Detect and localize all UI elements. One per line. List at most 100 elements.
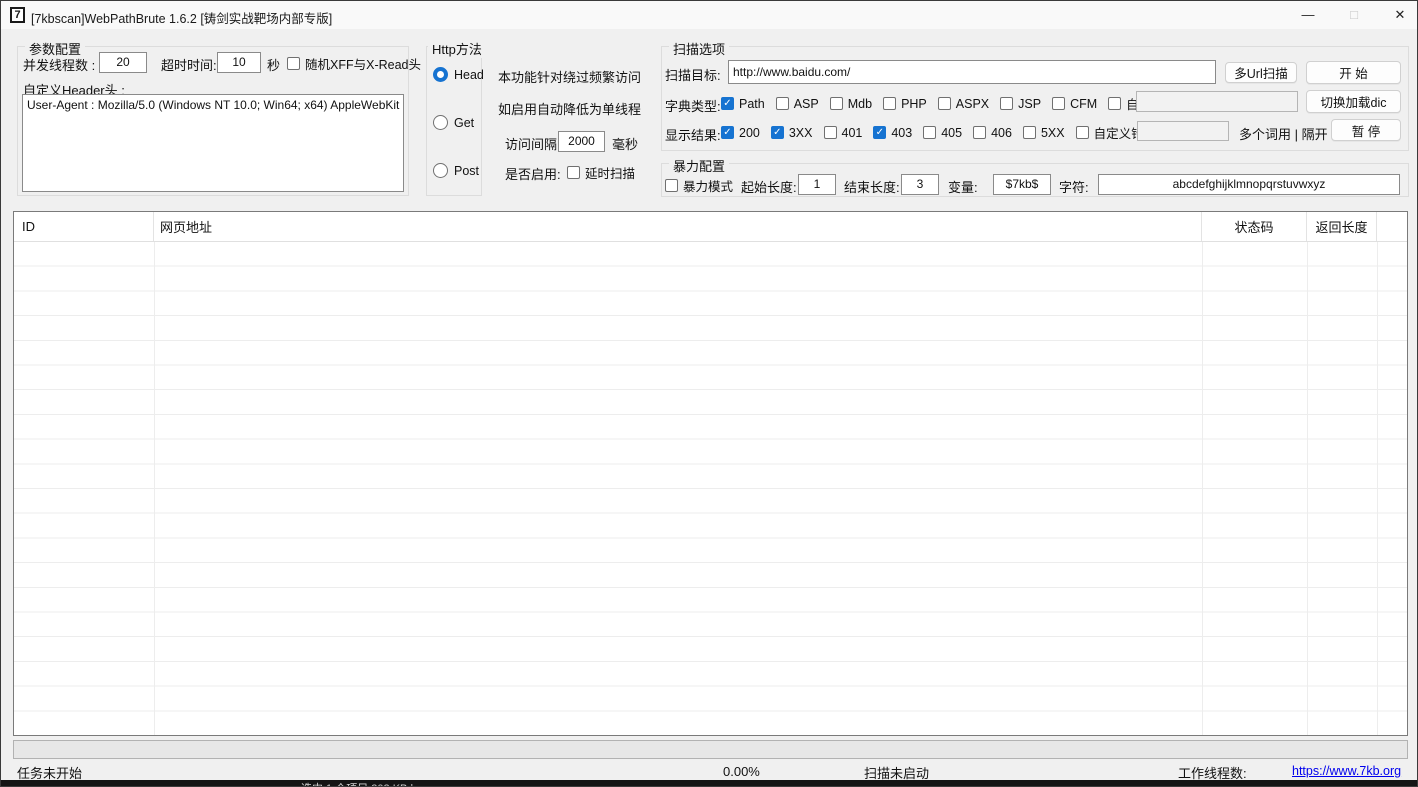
group-title: 参数配置 — [25, 39, 86, 58]
checkbox-icon — [1052, 97, 1066, 110]
brute-mode-label: 暴力模式 — [683, 180, 734, 194]
scan-options-group: 扫描选项 扫描目标: http://www.baidu.com/ 多Url扫描 … — [661, 39, 1409, 151]
close-icon[interactable]: ✕ — [1377, 1, 1417, 29]
variable-label: 变量: — [948, 180, 978, 195]
result-403-label: 403 — [891, 125, 913, 140]
delay-scan-checkbox[interactable]: 延时扫描 — [567, 163, 635, 182]
delay-scan-label: 延时扫描 — [585, 167, 636, 181]
xff-checkbox-label: 随机XFF与X-Read头 — [305, 58, 421, 72]
brute-config-group: 暴力配置 暴力模式 起始长度: 1 结束长度: 3 变量: $7kb$ 字符: … — [661, 156, 1409, 197]
result-200-checkbox[interactable]: 200 — [721, 126, 760, 140]
checkbox-icon — [775, 97, 789, 110]
variable-input[interactable]: $7kb$ — [993, 174, 1051, 195]
custom-header-textarea[interactable]: User-Agent : Mozilla/5.0 (Windows NT 10.… — [22, 94, 404, 192]
maximize-icon[interactable]: □ — [1331, 1, 1377, 29]
charset-label: 字符: — [1059, 180, 1089, 195]
end-length-input[interactable]: 3 — [901, 174, 939, 195]
dict-type-label: 字典类型: — [665, 99, 721, 114]
dict-path-checkbox[interactable]: Path — [721, 97, 765, 111]
scan-target-label: 扫描目标: — [665, 68, 721, 83]
brute-mode-checkbox[interactable]: 暴力模式 — [665, 176, 733, 195]
show-result-label: 显示结果: — [665, 128, 721, 143]
timeout-input[interactable]: 10 — [217, 52, 261, 73]
results-table-body[interactable] — [14, 242, 1407, 735]
dict-jsp-checkbox[interactable]: JSP — [1000, 97, 1041, 111]
checkbox-icon — [937, 97, 951, 110]
result-405-checkbox[interactable]: 405 — [923, 126, 962, 140]
param-config-group: 参数配置 并发线程数 : 20 超时时间: 10 秒 随机XFF与X-Read头… — [17, 39, 421, 196]
checkbox-icon — [973, 126, 987, 139]
dict-php-label: PHP — [901, 96, 927, 111]
dict-php-checkbox[interactable]: PHP — [883, 97, 927, 111]
column-divider — [1377, 242, 1378, 735]
website-link[interactable]: https://www.7kb.org — [1292, 764, 1401, 778]
radio-icon — [433, 115, 448, 130]
checkbox-icon — [721, 126, 734, 139]
result-406-checkbox[interactable]: 406 — [973, 126, 1012, 140]
background-window-strip: 选中 1 个项目 202 KB | — [1, 780, 1417, 786]
result-401-checkbox[interactable]: 401 — [823, 126, 862, 140]
checkbox-icon — [665, 179, 678, 192]
checkbox-icon — [873, 126, 887, 139]
interval-label: 访问间隔 — [505, 137, 558, 152]
checkbox-icon — [567, 166, 580, 179]
minimize-icon[interactable]: — — [1285, 1, 1331, 29]
custom-type-input[interactable] — [1136, 91, 1298, 112]
switch-dic-button[interactable]: 切换加载dic — [1306, 90, 1401, 113]
checkbox-icon — [883, 97, 897, 110]
results-table[interactable]: ID 网页地址 状态码 返回长度 — [13, 211, 1408, 736]
radio-head[interactable]: Head — [433, 67, 484, 82]
http-method-group: Http方法 Head Get Post — [426, 39, 486, 196]
interval-input[interactable]: 2000 — [558, 131, 605, 152]
end-length-label: 结束长度: — [844, 180, 900, 195]
dict-jsp-label: JSP — [1018, 96, 1042, 111]
scan-target-input[interactable]: http://www.baidu.com/ — [728, 60, 1216, 84]
column-header-url[interactable]: 网页地址 — [154, 212, 1202, 241]
start-length-input[interactable]: 1 — [798, 174, 836, 195]
dict-mdb-checkbox[interactable]: Mdb — [829, 97, 872, 111]
multi-url-scan-button[interactable]: 多Url扫描 — [1225, 62, 1297, 83]
radio-get[interactable]: Get — [433, 115, 474, 130]
result-406-label: 406 — [991, 125, 1012, 140]
result-200-label: 200 — [739, 125, 760, 140]
separator-hint: 多个词用 | 隔开 — [1239, 127, 1328, 142]
radio-post-label: Post — [454, 163, 480, 178]
xff-checkbox[interactable]: 随机XFF与X-Read头 — [287, 54, 421, 73]
column-header-status[interactable]: 状态码 — [1202, 212, 1307, 241]
dict-aspx-checkbox[interactable]: ASPX — [937, 96, 990, 111]
group-title: 暴力配置 — [669, 156, 730, 175]
result-403-checkbox[interactable]: 403 — [873, 126, 912, 140]
window-title: [7kbscan]WebPathBrute 1.6.2 [铸剑实战靶场内部专版] — [31, 12, 333, 26]
dict-type-checkbox-row: Path ASP Mdb PHP ASPX JSP CFM 自定义类型 — [721, 94, 1189, 113]
dict-cfm-label: CFM — [1070, 96, 1098, 111]
checkbox-icon — [829, 97, 843, 110]
result-3xx-checkbox[interactable]: 3XX — [770, 125, 813, 140]
result-code-checkbox-row: 200 3XX 401 403 405 406 5XX 自定义错误 — [721, 123, 1156, 142]
column-header-id[interactable]: ID — [14, 212, 154, 241]
dict-path-label: Path — [739, 96, 765, 111]
column-header-length[interactable]: 返回长度 — [1307, 212, 1377, 241]
delay-info-line2: 如启用自动降低为单线程 — [498, 102, 642, 117]
results-table-header: ID 网页地址 状态码 返回长度 — [14, 212, 1407, 242]
radio-post[interactable]: Post — [433, 163, 479, 178]
checkbox-icon — [721, 97, 734, 110]
threads-input[interactable]: 20 — [99, 52, 147, 73]
dict-cfm-checkbox[interactable]: CFM — [1052, 97, 1097, 111]
column-divider — [1307, 242, 1308, 735]
group-title: Http方法 — [428, 39, 486, 58]
dict-aspx-label: ASPX — [955, 96, 990, 111]
progress-percent-text: 0.00% — [723, 764, 760, 779]
charset-input[interactable]: abcdefghijklmnopqrstuvwxyz — [1098, 174, 1400, 195]
custom-error-input[interactable] — [1137, 121, 1229, 141]
result-405-label: 405 — [941, 125, 963, 140]
checkbox-icon — [923, 126, 937, 139]
result-5xx-checkbox[interactable]: 5XX — [1022, 126, 1065, 140]
ms-label: 毫秒 — [612, 137, 639, 152]
title-bar: 7 [7kbscan]WebPathBrute 1.6.2 [铸剑实战靶场内部专… — [1, 1, 1417, 29]
pause-button[interactable]: 暂 停 — [1331, 119, 1401, 141]
checkbox-icon — [823, 126, 837, 139]
start-button[interactable]: 开 始 — [1306, 61, 1401, 84]
result-3xx-label: 3XX — [788, 125, 813, 140]
dict-asp-label: ASP — [793, 96, 819, 111]
dict-asp-checkbox[interactable]: ASP — [775, 96, 819, 111]
